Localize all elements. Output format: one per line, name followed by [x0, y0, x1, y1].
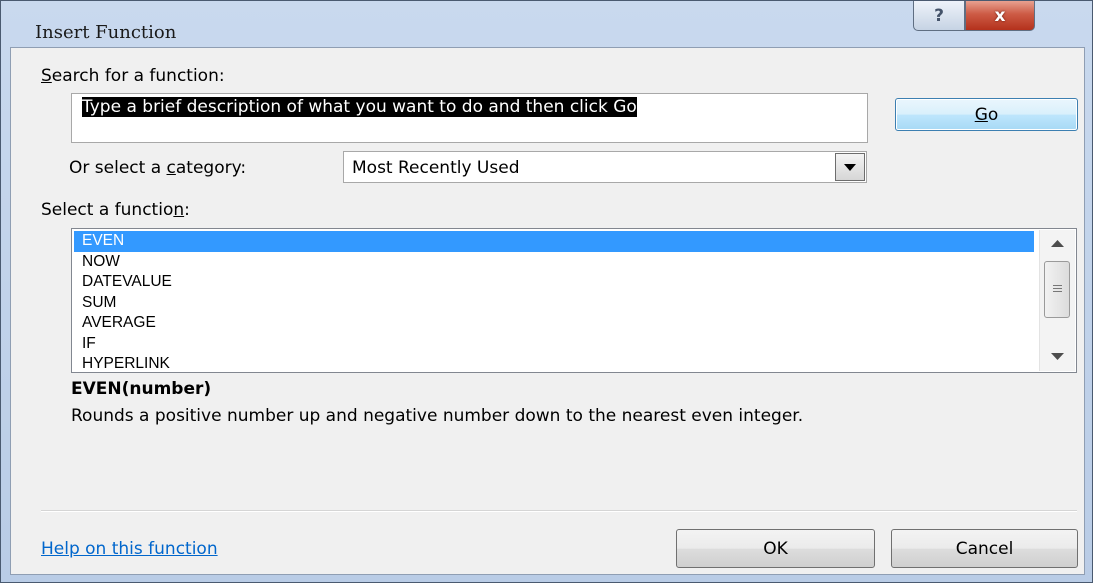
category-selected-value: Most Recently Used [352, 158, 520, 178]
dialog-body: Search for a function: Type a brief desc… [10, 47, 1085, 575]
function-list-scrollbar[interactable] [1039, 230, 1075, 371]
category-label: Or select a category: [69, 158, 247, 178]
category-dropdown-button[interactable] [835, 153, 865, 181]
cancel-button-label: Cancel [955, 538, 1014, 559]
ok-button-label: OK [763, 538, 788, 559]
function-list[interactable]: EVEN NOW DATEVALUE SUM AVERAGE IF HYPERLINK [71, 228, 1077, 373]
category-select[interactable]: Most Recently Used [343, 151, 867, 183]
question-mark-icon: ? [934, 5, 944, 26]
function-list-item[interactable]: AVERAGE [74, 313, 1034, 334]
scroll-down-arrow-icon[interactable] [1051, 353, 1064, 360]
cancel-button[interactable]: Cancel [891, 529, 1078, 568]
function-list-item[interactable]: EVEN [74, 231, 1034, 252]
go-button[interactable]: Go [895, 98, 1078, 131]
help-button[interactable]: ? [913, 1, 965, 31]
function-list-item[interactable]: DATEVALUE [74, 272, 1034, 293]
function-list-item[interactable]: IF [74, 334, 1034, 355]
chevron-down-icon [844, 163, 856, 171]
insert-function-dialog: Insert Function ? x Search for a functio… [0, 0, 1093, 583]
search-label: Search for a function: [41, 66, 225, 86]
close-button[interactable]: x [965, 1, 1035, 31]
scrollbar-thumb[interactable] [1044, 261, 1070, 318]
function-list-item[interactable]: SUM [74, 293, 1034, 314]
dialog-title: Insert Function [35, 22, 177, 43]
go-button-label: Go [974, 104, 999, 125]
search-input-text: Type a brief description of what you wan… [82, 97, 637, 117]
function-list-item[interactable]: NOW [74, 252, 1034, 273]
function-list-label: Select a function: [41, 200, 190, 220]
separator-line [41, 510, 1077, 512]
scrollbar-grip-icon [1053, 285, 1062, 294]
function-list-items: EVEN NOW DATEVALUE SUM AVERAGE IF HYPERLINK [74, 231, 1034, 375]
scroll-up-arrow-icon[interactable] [1051, 240, 1064, 247]
function-signature: EVEN(number) [71, 379, 212, 399]
function-list-item[interactable]: HYPERLINK [74, 354, 1034, 375]
ok-button[interactable]: OK [676, 529, 875, 568]
title-bar[interactable]: Insert Function ? x [1, 1, 1093, 47]
close-x-icon: x [994, 5, 1006, 26]
search-input[interactable]: Type a brief description of what you wan… [71, 93, 868, 143]
help-on-function-link[interactable]: Help on this function [41, 539, 218, 559]
function-description: Rounds a positive number up and negative… [71, 406, 804, 426]
